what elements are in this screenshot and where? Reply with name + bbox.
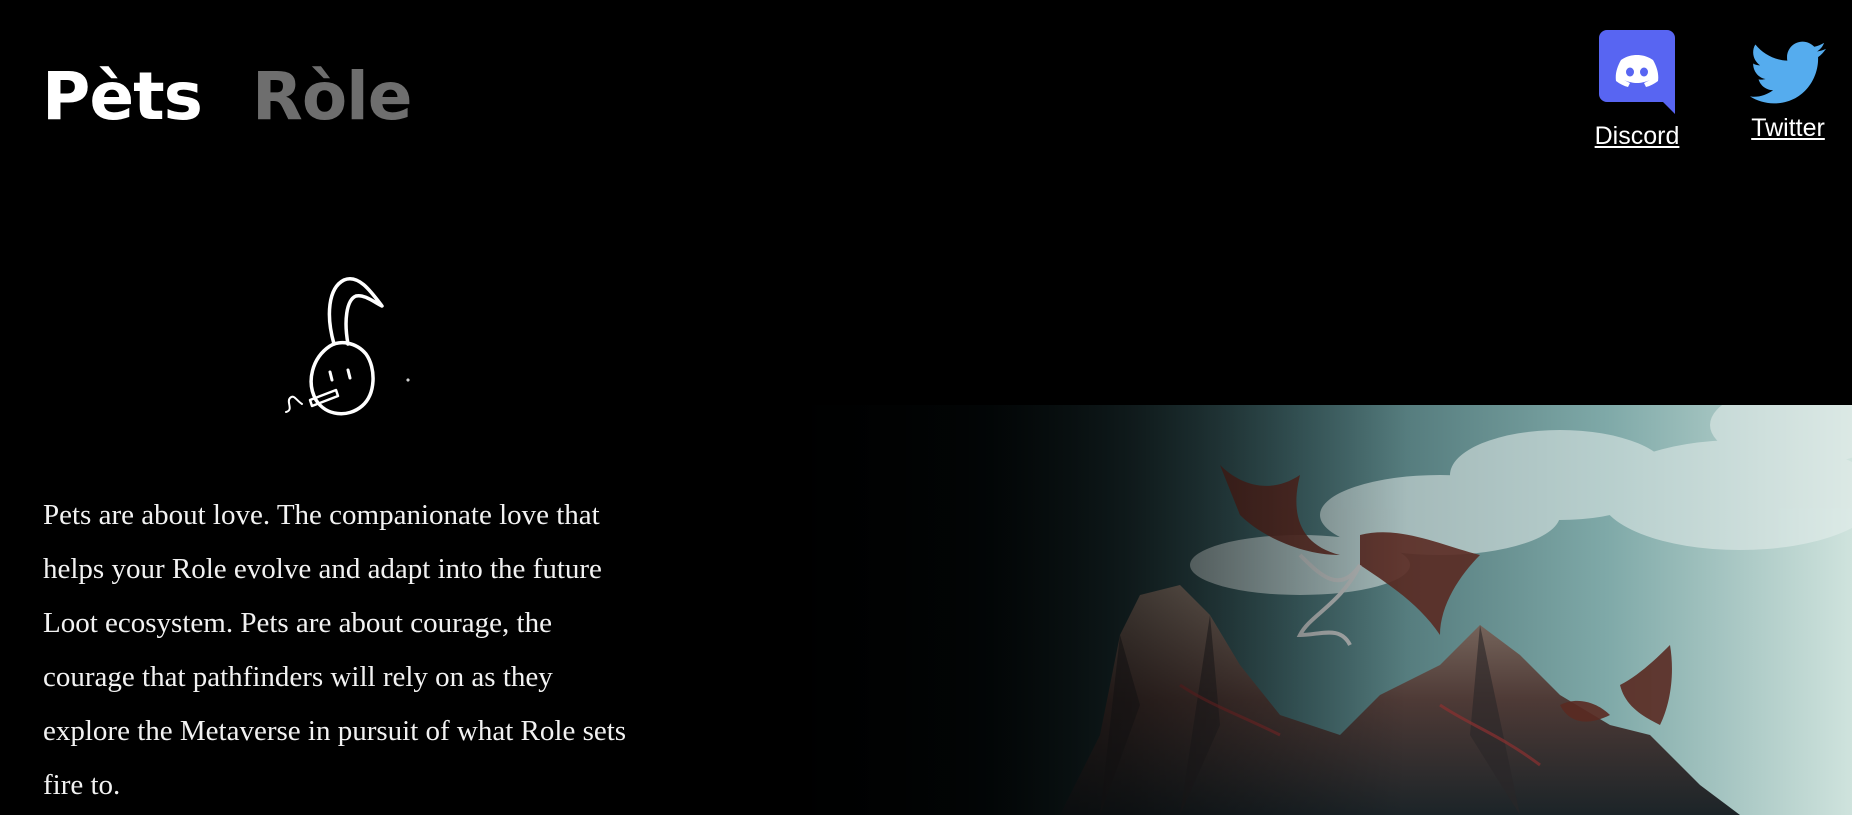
twitter-label[interactable]: Twitter (1751, 114, 1825, 143)
discord-label[interactable]: Discord (1595, 122, 1680, 151)
intro-paragraph: Pets are about love. The companionate lo… (43, 499, 627, 801)
discord-icon (1599, 30, 1675, 114)
bunny-mascot-icon (285, 276, 410, 416)
tab-pets[interactable]: Pèts (42, 62, 203, 132)
hero-image (740, 405, 1852, 815)
twitter-icon (1750, 41, 1826, 104)
twitter-link[interactable]: Twitter (1746, 30, 1830, 143)
discord-link[interactable]: Discord (1592, 30, 1682, 151)
tab-role[interactable]: Ròle (252, 62, 413, 132)
